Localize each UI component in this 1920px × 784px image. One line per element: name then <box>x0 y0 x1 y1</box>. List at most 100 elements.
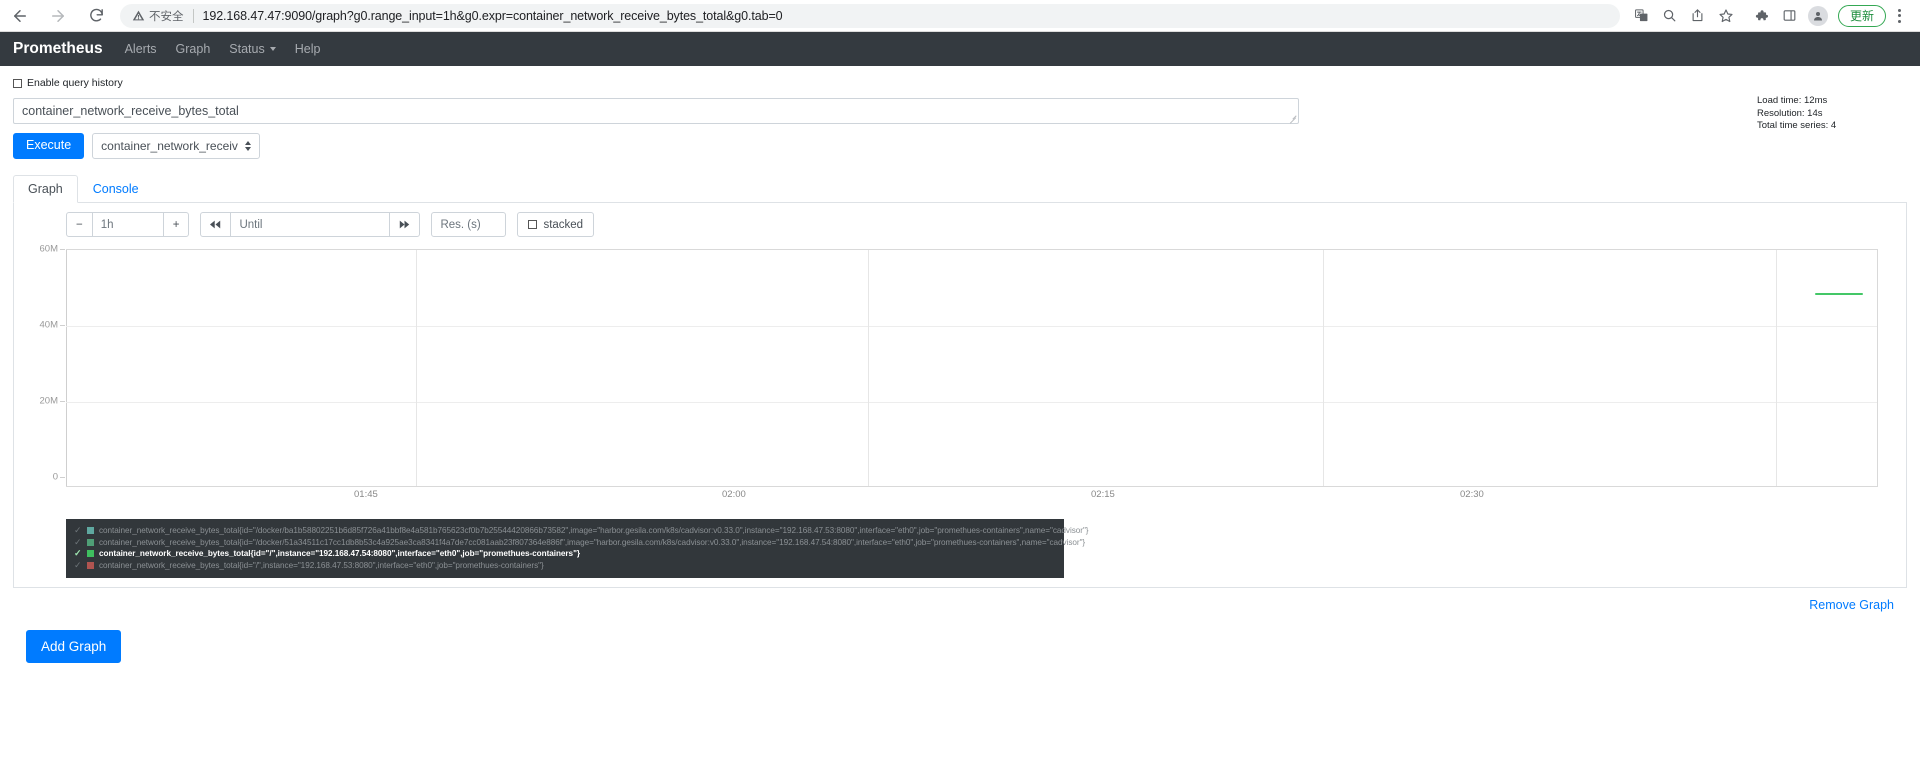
nav-item-alerts-label: Alerts <box>125 42 157 56</box>
stacked-label: stacked <box>543 219 583 231</box>
remove-graph-link[interactable]: Remove Graph <box>1809 598 1894 612</box>
security-warning[interactable]: 不安全 <box>132 8 184 24</box>
resolution-stat: Resolution: 14s <box>1757 108 1907 121</box>
legend-series-name: container_network_receive_bytes_total{id… <box>99 549 580 558</box>
metric-select[interactable]: container_network_receiv <box>92 133 260 159</box>
brand-logo[interactable]: Prometheus <box>13 40 103 58</box>
stacked-toggle[interactable]: stacked <box>517 212 594 237</box>
chevron-down-icon <box>270 47 276 51</box>
nav-item-alerts[interactable]: Alerts <box>125 42 157 56</box>
y-tick-label: 20M <box>40 396 58 407</box>
legend-color-swatch <box>87 539 94 546</box>
x-tick-label: 02:30 <box>1457 489 1484 500</box>
legend-item[interactable]: ✓ container_network_receive_bytes_total{… <box>74 537 1056 549</box>
range-input[interactable]: 1h <box>92 212 164 237</box>
grid-line <box>1323 250 1324 486</box>
nav-item-status[interactable]: Status <box>229 42 275 56</box>
range-increase-button[interactable]: + <box>163 212 190 237</box>
add-graph-row: Add Graph <box>13 630 1907 663</box>
time-back-button[interactable] <box>200 212 231 237</box>
security-label: 不安全 <box>149 8 184 24</box>
chart-legend: ✓ container_network_receive_bytes_total{… <box>66 519 1064 578</box>
bookmark-star-icon[interactable] <box>1712 3 1740 29</box>
nav-item-help[interactable]: Help <box>295 42 321 56</box>
x-tick-label: 02:00 <box>719 489 746 500</box>
browser-toolbar-actions: A 更新 <box>1628 3 1910 29</box>
chart: 60M 40M 20M 0 01:45 02:0 <box>14 249 1906 513</box>
grid-line <box>1776 250 1777 486</box>
execute-button[interactable]: Execute <box>13 133 84 159</box>
legend-item[interactable]: ✓ container_network_receive_bytes_total{… <box>74 560 1056 572</box>
warning-triangle-icon <box>132 9 145 22</box>
profile-avatar-icon[interactable] <box>1804 3 1832 29</box>
extensions-puzzle-icon[interactable] <box>1748 3 1776 29</box>
range-control-group: − 1h + <box>66 212 189 237</box>
nav-item-status-label: Status <box>229 42 264 56</box>
y-tick-label: 40M <box>40 320 58 331</box>
browser-toolbar: 不安全 192.168.47.47:9090/graph?g0.range_in… <box>0 0 1920 32</box>
grid-line <box>66 402 1877 403</box>
add-graph-button[interactable]: Add Graph <box>26 630 121 663</box>
y-axis-spine <box>66 250 67 486</box>
total-time-series: Total time series: 4 <box>1757 120 1907 133</box>
time-forward-button[interactable] <box>389 212 420 237</box>
query-history-checkbox[interactable] <box>13 79 22 88</box>
grid-line <box>868 250 869 486</box>
legend-item[interactable]: ✓ container_network_receive_bytes_total{… <box>74 525 1056 537</box>
check-icon[interactable]: ✓ <box>74 549 82 558</box>
legend-series-name: container_network_receive_bytes_total{id… <box>99 561 544 570</box>
plot-area <box>66 249 1878 487</box>
tab-console[interactable]: Console <box>78 175 154 203</box>
address-bar[interactable]: 不安全 192.168.47.47:9090/graph?g0.range_in… <box>120 4 1620 28</box>
x-tick-label: 01:45 <box>351 489 378 500</box>
metric-select-value: container_network_receiv <box>101 139 238 153</box>
remove-graph-row: Remove Graph <box>13 596 1907 614</box>
translate-icon[interactable]: A <box>1628 3 1656 29</box>
expression-input[interactable] <box>13 98 1299 124</box>
share-icon[interactable] <box>1684 3 1712 29</box>
update-button[interactable]: 更新 <box>1838 5 1886 27</box>
nav-item-help-label: Help <box>295 42 321 56</box>
legend-series-name: container_network_receive_bytes_total{id… <box>99 526 1088 535</box>
y-tick-label: 0 <box>53 472 58 483</box>
load-time: Load time: 12ms <box>1757 95 1907 108</box>
select-arrows-icon <box>245 141 251 151</box>
legend-series-name: container_network_receive_bytes_total{id… <box>99 538 1085 547</box>
reload-icon[interactable] <box>86 6 106 26</box>
legend-color-swatch <box>87 550 94 557</box>
nav-item-graph[interactable]: Graph <box>176 42 211 56</box>
expression-field-wrapper <box>13 98 1299 124</box>
check-icon[interactable]: ✓ <box>74 538 82 547</box>
forward-arrow-icon[interactable] <box>48 6 68 26</box>
tab-graph[interactable]: Graph <box>13 175 78 203</box>
nav-item-graph-label: Graph <box>176 42 211 56</box>
browser-nav-buttons <box>10 6 106 26</box>
legend-item[interactable]: ✓ container_network_receive_bytes_total{… <box>74 548 1056 560</box>
until-input[interactable]: Until <box>230 212 390 237</box>
omnibox-divider <box>193 9 194 23</box>
series-line-segment <box>1815 293 1862 295</box>
y-tick-label: 60M <box>40 244 58 255</box>
x-tick-label: 02:15 <box>1088 489 1115 500</box>
grid-line <box>66 326 1877 327</box>
back-arrow-icon[interactable] <box>10 6 30 26</box>
graph-panel: − 1h + Until Res. (s) stacked <box>13 203 1907 588</box>
legend-color-swatch <box>87 527 94 534</box>
resolution-input[interactable]: Res. (s) <box>431 212 506 237</box>
time-control-group: Until <box>200 212 420 237</box>
query-history-label[interactable]: Enable query history <box>27 77 123 89</box>
search-icon[interactable] <box>1656 3 1684 29</box>
graph-controls: − 1h + Until Res. (s) stacked <box>14 212 1906 237</box>
stacked-checkbox-icon[interactable] <box>528 220 537 229</box>
query-history-toggle[interactable]: Enable query history <box>13 77 1907 89</box>
check-icon[interactable]: ✓ <box>74 561 82 570</box>
url-text: 192.168.47.47:9090/graph?g0.range_input=… <box>203 9 783 23</box>
chrome-menu-icon[interactable] <box>1888 9 1910 23</box>
query-stats: Load time: 12ms Resolution: 14s Total ti… <box>1757 95 1907 133</box>
range-decrease-button[interactable]: − <box>66 212 93 237</box>
execute-row: Execute container_network_receiv <box>13 133 1907 159</box>
legend-color-swatch <box>87 562 94 569</box>
y-axis: 60M 40M 20M 0 <box>14 249 66 487</box>
check-icon[interactable]: ✓ <box>74 526 82 535</box>
side-panel-icon[interactable] <box>1776 3 1804 29</box>
